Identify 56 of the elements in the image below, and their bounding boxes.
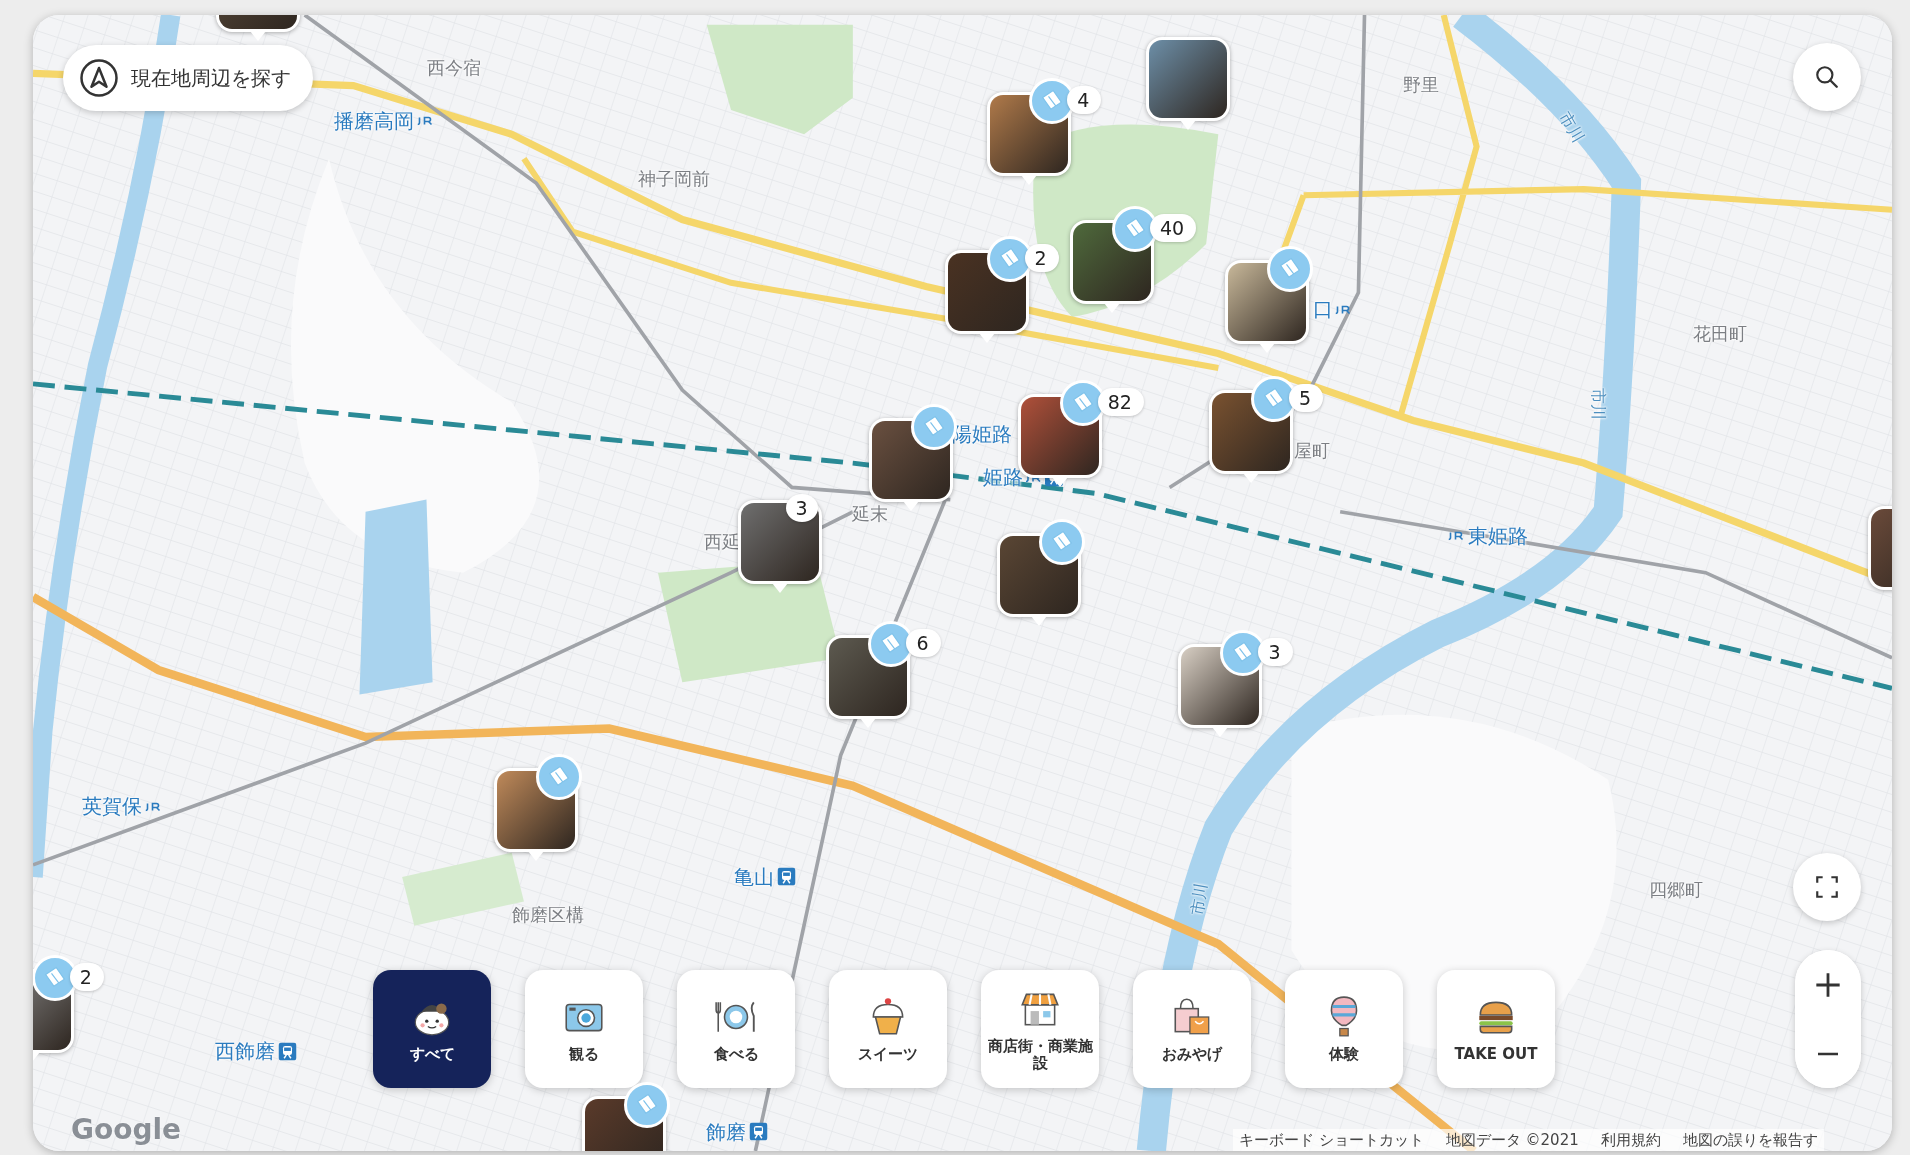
river-label: 市川 bbox=[1554, 108, 1589, 147]
attribution-link[interactable]: 地図の誤りを報告す bbox=[1682, 1131, 1818, 1150]
pin-pointer-icon bbox=[978, 333, 995, 344]
attribution-link[interactable]: キーボード ショートカット bbox=[1239, 1131, 1424, 1150]
attribution-link[interactable]: 利用規約 bbox=[1600, 1131, 1661, 1150]
river-label: 市川 bbox=[1587, 388, 1608, 421]
map-logo: Google bbox=[71, 1113, 182, 1146]
rail-logo-icon bbox=[417, 115, 434, 126]
river-label: 市川 bbox=[1186, 881, 1212, 917]
place-label: 花田町 bbox=[1692, 321, 1747, 346]
category-button[interactable]: 観る bbox=[525, 970, 643, 1088]
plus-icon bbox=[1814, 970, 1842, 999]
category-button[interactable]: スイーツ bbox=[829, 970, 947, 1088]
place-label: 西延 bbox=[704, 530, 741, 554]
category-button[interactable]: おみやげ bbox=[1133, 970, 1251, 1088]
pin-pointer-icon bbox=[1021, 174, 1038, 185]
place-label: 神子岡前 bbox=[637, 167, 710, 192]
category-button[interactable]: 商店街・商業施設 bbox=[981, 970, 1099, 1088]
station-label: 西飾磨 bbox=[215, 1037, 276, 1065]
station-label: 播磨高岡 bbox=[334, 107, 415, 135]
fullscreen-icon bbox=[1814, 874, 1840, 900]
rail-logo-icon bbox=[1448, 530, 1465, 541]
station-label: 口 bbox=[1313, 295, 1333, 323]
spot-count: 6 bbox=[906, 629, 941, 658]
pin-pointer-icon bbox=[1104, 302, 1121, 313]
category-button[interactable]: 体験 bbox=[1285, 970, 1403, 1088]
place-label: 屋町 bbox=[1293, 438, 1330, 463]
locate-button[interactable]: 現在地周辺を探す bbox=[63, 45, 313, 111]
station-label: 亀山 bbox=[734, 863, 775, 891]
pin-pointer-icon bbox=[1242, 473, 1259, 484]
category-button[interactable]: すべて bbox=[373, 970, 491, 1088]
place-label: 飾磨区構 bbox=[512, 902, 585, 927]
pin-pointer-icon bbox=[1179, 120, 1196, 131]
pin-pointer-icon bbox=[903, 501, 920, 512]
pin-pointer-icon bbox=[1258, 343, 1275, 354]
place-label: 野里 bbox=[1403, 73, 1440, 98]
search-icon bbox=[1814, 64, 1840, 90]
pin-pointer-icon bbox=[771, 583, 788, 593]
category-button[interactable]: 食べる bbox=[677, 970, 795, 1088]
pin-pointer-icon bbox=[860, 718, 877, 729]
rail-logo-icon bbox=[145, 801, 162, 812]
station-label: 東姫路 bbox=[1467, 522, 1528, 550]
rail-logo-icon bbox=[1336, 304, 1352, 315]
navigation-icon bbox=[79, 58, 119, 98]
category-button[interactable]: TAKE OUT bbox=[1437, 970, 1555, 1088]
station-label: 飾磨 bbox=[706, 1118, 747, 1145]
pin-pointer-icon bbox=[1212, 726, 1229, 737]
place-label: 西今宿 bbox=[427, 56, 482, 81]
pin-pointer-icon bbox=[527, 850, 544, 861]
place-label: 延末 bbox=[851, 502, 888, 526]
pin-pointer-icon bbox=[250, 31, 267, 42]
attribution-link[interactable]: 地図データ ©2021 bbox=[1445, 1131, 1579, 1150]
place-label: 四郷町 bbox=[1648, 878, 1703, 903]
pin-pointer-icon bbox=[1030, 615, 1047, 626]
station-label: 英賀保 bbox=[82, 792, 143, 820]
pin-pointer-icon bbox=[1051, 477, 1068, 488]
